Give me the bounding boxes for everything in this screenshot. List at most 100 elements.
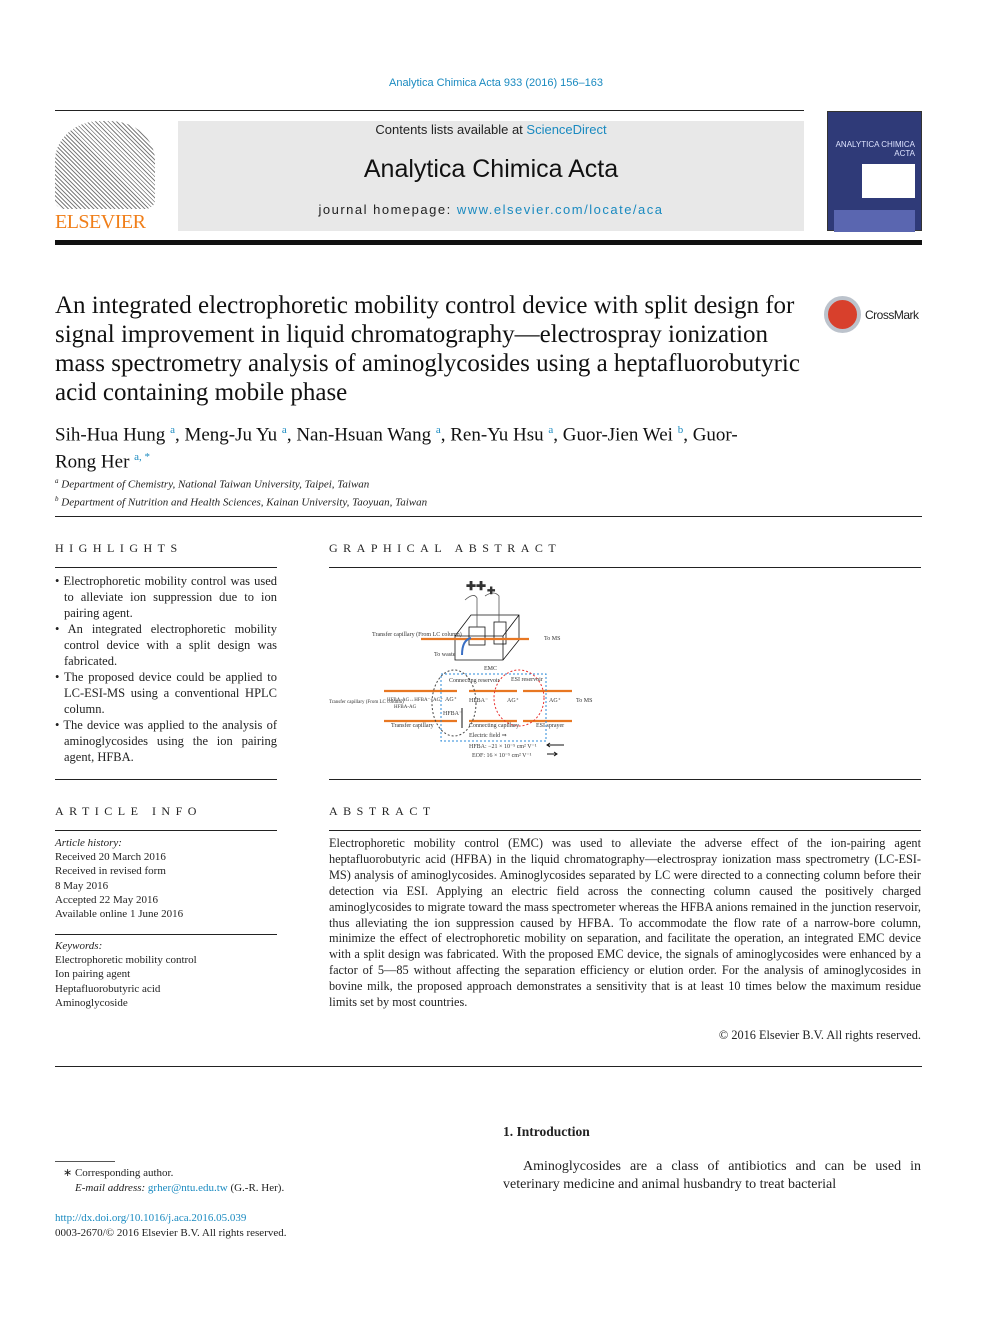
waste-line [461, 637, 472, 656]
footnote-rule [55, 1161, 115, 1162]
author-affiliation-mark[interactable]: a [436, 424, 441, 436]
copyright: © 2016 Elsevier B.V. All rights reserved… [718, 1028, 921, 1042]
label: EOF: 16 × 10⁻⁵ cm² V⁻¹ [472, 753, 532, 759]
email-suffix: (G.-R. Her). [227, 1182, 285, 1194]
crossmark-button[interactable]: CrossMark [824, 296, 919, 333]
label: Connecting capillary [469, 723, 519, 729]
emc-zoom-box [440, 673, 547, 742]
divider [329, 567, 921, 568]
plus-icon: ✚✚ [466, 579, 486, 593]
issn-line: 0003-2670/© 2016 Elsevier B.V. All right… [55, 1227, 287, 1239]
email-label: E-mail address: [75, 1182, 148, 1194]
history-item: Received 20 March 2016 [55, 851, 166, 864]
contents-prefix: Contents lists available at [375, 122, 527, 137]
divider [55, 1066, 922, 1067]
history-item: Accepted 22 May 2016 [55, 893, 158, 906]
elsevier-wordmark: ELSEVIER [55, 211, 146, 233]
history-item: Available online 1 June 2016 [55, 908, 184, 921]
plus-icon: ✚ [487, 586, 496, 597]
keyword: Heptafluorobutyric acid [55, 982, 161, 995]
label: HFBA: −21 × 10⁻⁵ cm² V⁻¹ [469, 744, 537, 750]
email-link[interactable]: grher@ntu.edu.tw [148, 1182, 228, 1194]
footnote: ∗ Corresponding author. E-mail address: … [63, 1166, 284, 1196]
highlight-item: Electrophoretic mobility control was use… [55, 573, 277, 621]
label: ESI reservoir [511, 677, 543, 683]
author[interactable]: Sih-Hua Hung [55, 424, 165, 445]
affiliations: a Department of Chemistry, National Taiw… [55, 474, 427, 509]
elsevier-logo: ELSEVIER [55, 121, 155, 233]
cover-bar [834, 210, 915, 232]
label: Transfer capillary [391, 722, 434, 729]
journal-citation[interactable]: Analytica Chimica Acta 933 (2016) 156–16… [0, 77, 992, 89]
divider [55, 516, 922, 517]
affiliation-text: Department of Nutrition and Health Scien… [61, 496, 428, 509]
author[interactable]: Guor-Jien Wei [563, 424, 673, 445]
author-affiliation-mark[interactable]: a [548, 424, 553, 436]
esi-reservoir-cube [493, 621, 507, 645]
affiliation: b Department of Nutrition and Health Sci… [55, 494, 428, 509]
highlight-item: The device was applied to the analysis o… [55, 717, 277, 765]
abstract-heading: ABSTRACT [329, 804, 436, 818]
author[interactable]: Nan-Hsuan Wang [296, 424, 431, 445]
homepage-prefix: journal homepage: [318, 202, 457, 217]
corresponding-author: ∗ Corresponding author. [63, 1167, 174, 1179]
author[interactable]: Ren-Yu Hsu [450, 424, 543, 445]
author-list: Sih-Hua Hung a, Meng-Ju Yu a, Nan-Hsuan … [55, 424, 738, 473]
contents-line: Contents lists available at ScienceDirec… [178, 122, 804, 137]
history-item: 8 May 2016 [55, 879, 109, 892]
arrow-icon [546, 742, 564, 757]
graphical-abstract-heading: GRAPHICAL ABSTRACT [329, 541, 562, 555]
keyword: Aminoglycoside [55, 996, 128, 1009]
highlights-list: Electrophoretic mobility control was use… [55, 573, 277, 765]
author[interactable]: Meng-Ju Yu [184, 424, 277, 445]
doi-link[interactable]: http://dx.doi.org/10.1016/j.aca.2016.05.… [55, 1211, 287, 1226]
label: AG⁺ [507, 697, 519, 704]
journal-cover[interactable]: ANALYTICA CHIMICA ACTA [827, 111, 922, 232]
thick-divider [55, 240, 922, 245]
section-heading: 1. Introduction [503, 1124, 590, 1139]
article-info-heading: ARTICLE INFO [55, 804, 202, 818]
divider [55, 830, 277, 831]
label: To MS [544, 636, 560, 642]
label: Connecting reservoir [449, 678, 499, 684]
cover-image [862, 164, 915, 198]
label: Electric field ⇒ [469, 732, 507, 739]
divider [55, 567, 277, 568]
journal-name: Analytica Chimica Acta [363, 155, 619, 183]
label: HFBA⁻ [443, 711, 462, 717]
label: To MS [576, 698, 592, 704]
label: To waste [434, 652, 456, 658]
author-affiliation-mark[interactable]: a [282, 424, 287, 436]
divider [55, 779, 277, 780]
highlight-item: An integrated electrophoretic mobility c… [55, 621, 277, 669]
emc-device-box [454, 614, 520, 661]
article-history: Article history: Received 20 March 2016 … [55, 836, 277, 921]
author-affiliation-mark[interactable]: b [678, 424, 684, 436]
cover-title: ANALYTICA CHIMICA ACTA [835, 140, 915, 158]
doi-block: http://dx.doi.org/10.1016/j.aca.2016.05.… [55, 1211, 287, 1241]
affiliation: a Department of Chemistry, National Taiw… [55, 477, 370, 491]
divider [329, 830, 921, 831]
sciencedirect-link[interactable]: ScienceDirect [526, 122, 606, 137]
affiliation-text: Department of Chemistry, National Taiwan… [61, 478, 370, 491]
author-affiliation-mark[interactable]: a, * [134, 451, 150, 463]
graphical-abstract-figure: ✚✚ ✚ Transfer capillary (From LC column)… [329, 579, 592, 759]
label: HFBA⁻ [469, 698, 488, 704]
highlights-heading: HIGHLIGHTS [55, 541, 183, 555]
keyword: Electrophoretic mobility control [55, 954, 197, 967]
divider [329, 779, 921, 780]
history-label: Article history: [55, 837, 122, 849]
highlight-item: The proposed device could be applied to … [55, 669, 277, 717]
tree-logo-icon [55, 121, 155, 209]
homepage-link[interactable]: www.elsevier.com/locate/aca [457, 202, 664, 217]
crossmark-icon [824, 296, 861, 333]
journal-banner: Contents lists available at ScienceDirec… [178, 121, 804, 231]
abstract-text: Electrophoretic mobility control (EMC) w… [329, 836, 921, 1010]
intro-paragraph: Aminoglycosides are a class of antibioti… [503, 1159, 921, 1192]
article-title: An integrated electrophoretic mobility c… [55, 292, 800, 406]
divider [55, 110, 804, 111]
label: HFBA-AG↔HFBA⁻+AG⁺ [387, 697, 443, 703]
author-affiliation-mark[interactable]: a [170, 424, 175, 436]
label: ESI sprayer [536, 723, 564, 729]
keywords-label: Keywords: [55, 940, 103, 952]
